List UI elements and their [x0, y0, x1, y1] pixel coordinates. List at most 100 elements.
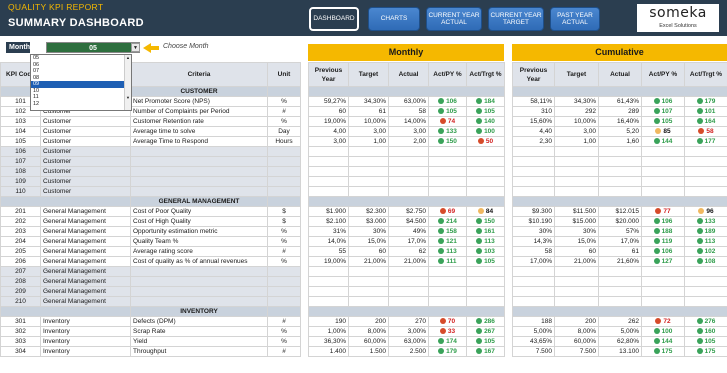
percent-value: 214 — [446, 218, 457, 225]
empty-cell — [388, 276, 429, 287]
monthly-target-cell: $3.000 — [348, 216, 389, 227]
unit-cell: % — [267, 336, 301, 347]
percent-value: 85 — [663, 128, 671, 135]
kpi-code-cell: 302 — [0, 326, 41, 337]
monthly-act-py-cell: 179 — [428, 346, 467, 357]
unit-cell — [267, 286, 301, 297]
monthly-actual-cell: 62 — [388, 246, 429, 257]
percent-value: 111 — [446, 258, 457, 265]
status-dot-icon — [438, 108, 445, 115]
criteria-cell: Average Time to Respond — [130, 136, 268, 147]
kpi-code-cell: 208 — [0, 276, 41, 287]
monthly-act-py-cell: 150 — [428, 136, 467, 147]
nav-current-year-actual-button[interactable]: CURRENT YEAR ACTUAL — [426, 7, 482, 31]
table-row: 1.400 1.500 2.500 179 167 — [308, 346, 505, 357]
percent-value: 103 — [484, 248, 495, 255]
percent-value: 58 — [706, 128, 714, 135]
criteria-cell: Defects (DPM) — [130, 316, 268, 327]
cumulative-actual-cell: 62,80% — [598, 336, 642, 347]
monthly-actual-cell: 17,0% — [388, 236, 429, 247]
empty-cell — [598, 276, 642, 287]
unit-cell: # — [267, 346, 301, 357]
table-row: 58,11% 34,30% 61,43% 106 179 — [512, 96, 727, 107]
empty-cell — [684, 146, 727, 157]
cumulative-act-trgt-cell: 189 — [684, 226, 727, 237]
percent-value: 189 — [704, 228, 716, 235]
criteria-cell: Number of Complaints per Period — [130, 106, 268, 117]
status-dot-icon — [438, 338, 445, 345]
monthly-previous-year-cell: 19,00% — [308, 256, 349, 267]
empty-cell — [512, 266, 555, 277]
status-dot-icon — [438, 218, 445, 225]
cumulative-previous-year-cell: 30% — [512, 226, 555, 237]
kpi-code-cell: 107 — [0, 156, 41, 167]
status-dot-icon — [696, 328, 703, 335]
percent-value: 96 — [706, 208, 714, 215]
category-cell: Customer — [40, 156, 131, 167]
table-row: 3,00 1,00 2,00 150 50 — [308, 136, 505, 147]
nav-current-year-target-button[interactable]: CURRENT YEAR TARGET — [488, 7, 544, 31]
cumulative-previous-year-cell: 5,00% — [512, 326, 555, 337]
cumulative-target-cell: $15.000 — [554, 216, 599, 227]
monthly-actual-cell: 270 — [388, 316, 429, 327]
status-dot-icon — [476, 118, 483, 125]
table-row: 203 General Management Opportunity estimat… — [0, 226, 301, 237]
table-row — [308, 156, 505, 167]
month-dropdown-list[interactable]: ▲ ▼ 05 06 07 08 09 10 11 12 — [30, 54, 132, 111]
empty-cell — [641, 276, 685, 287]
chevron-down-icon[interactable]: ▼ — [131, 43, 140, 52]
percent-value: 144 — [661, 338, 673, 345]
cumulative-previous-year-cell: 188 — [512, 316, 555, 327]
nav-charts-button[interactable]: CHARTS — [368, 7, 420, 31]
table-row: 7.500 7.500 13.100 175 175 — [512, 346, 727, 357]
status-dot-icon — [476, 318, 483, 325]
empty-cell — [512, 156, 555, 167]
dropdown-scrollbar[interactable]: ▲ ▼ — [124, 55, 131, 110]
empty-cell — [348, 176, 389, 187]
empty-cell — [308, 186, 349, 197]
kpi-code-cell: 110 — [0, 186, 41, 197]
cumulative-act-py-cell: 175 — [641, 346, 685, 357]
cumulative-act-py-cell: 72 — [641, 316, 685, 327]
monthly-act-py-cell: 113 — [428, 246, 467, 257]
column-header-row: Previous Year Target Actual Act/PY % Act/Trg… — [512, 62, 727, 87]
unit-cell: % — [267, 96, 301, 107]
empty-cell — [598, 286, 642, 297]
someka-logo[interactable]: someka Excel Solutions — [637, 4, 719, 32]
report-title: QUALITY KPI REPORT — [8, 2, 104, 12]
nav-past-year-actual-button[interactable]: PAST YEAR ACTUAL — [550, 7, 600, 31]
empty-cell — [554, 146, 599, 157]
cum-actual-header: Actual — [598, 62, 642, 87]
monthly-act-py-cell: 133 — [428, 126, 467, 137]
percent-value: 144 — [661, 138, 673, 145]
table-row — [512, 166, 727, 177]
empty-cell — [554, 266, 599, 277]
unit-cell: % — [267, 226, 301, 237]
criteria-cell — [130, 186, 268, 197]
percent-value: 179 — [446, 348, 457, 355]
criteria-cell — [130, 266, 268, 277]
empty-cell — [348, 186, 389, 197]
cumulative-act-py-cell: 77 — [641, 206, 685, 217]
table-row: 302 Inventory Scrap Rate% — [0, 326, 301, 337]
empty-cell — [641, 286, 685, 297]
monthly-target-cell: 1.500 — [348, 346, 389, 357]
month-option[interactable]: 12 — [31, 101, 131, 108]
status-dot-icon — [696, 318, 703, 325]
kpi-code-cell: 205 — [0, 246, 41, 257]
category-cell: General Management — [40, 276, 131, 287]
empty-cell — [641, 156, 685, 167]
percent-value: 196 — [661, 218, 673, 225]
table-row: 304 Inventory Throughput # — [0, 346, 301, 357]
criteria-cell: Customer Retention rate — [130, 116, 268, 127]
empty-cell — [512, 296, 555, 307]
status-dot-icon — [653, 218, 660, 225]
month-select[interactable]: 05 — [46, 42, 140, 53]
criteria-cell: Average time to solve — [130, 126, 268, 137]
empty-cell — [684, 156, 727, 167]
table-row: 209 General Management — [0, 286, 301, 297]
nav-dashboard-button[interactable]: DASHBOARD — [309, 7, 359, 31]
empty-cell — [641, 176, 685, 187]
empty-cell — [598, 166, 642, 177]
table-row — [512, 286, 727, 297]
